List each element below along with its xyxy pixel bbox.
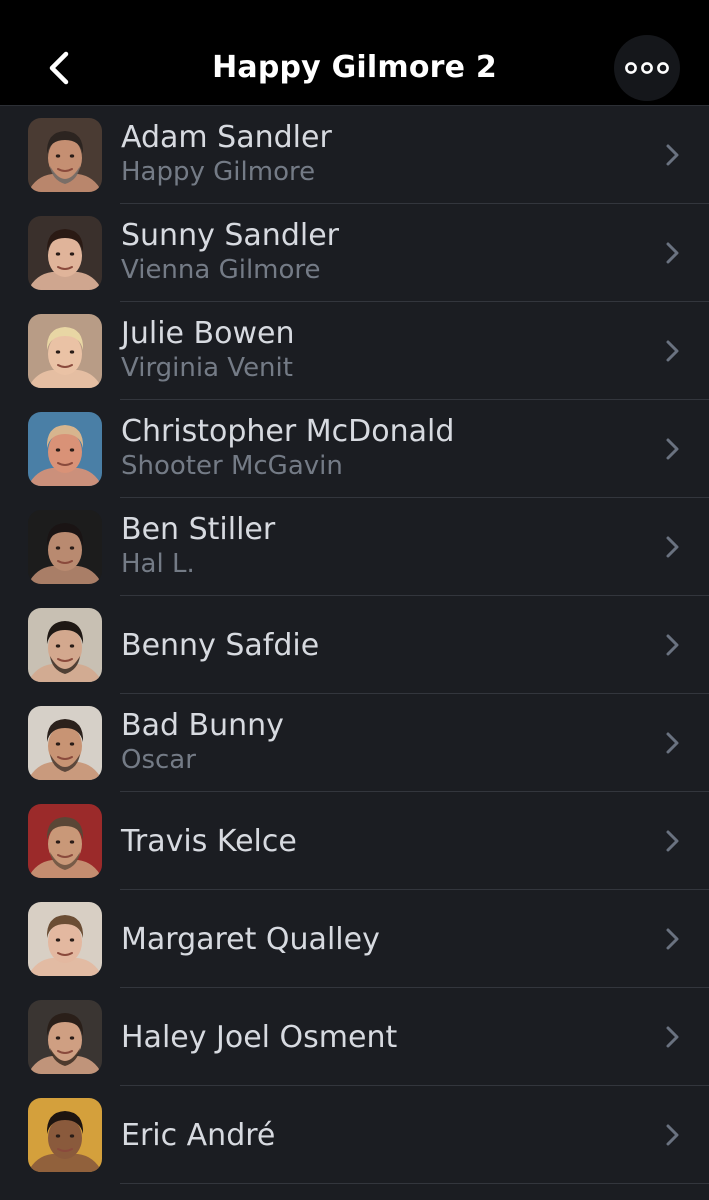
cast-row[interactable]: Julie Bowen Virginia Venit bbox=[0, 302, 709, 400]
cast-row[interactable]: Sunny Sandler Vienna Gilmore bbox=[0, 204, 709, 302]
more-horizontal-icon bbox=[625, 62, 669, 74]
chevron-right-icon bbox=[666, 536, 679, 558]
cast-row[interactable]: Travis Kelce bbox=[0, 792, 709, 890]
cast-text: Travis Kelce bbox=[121, 824, 629, 860]
character-name: Happy Gilmore bbox=[121, 157, 316, 187]
avatar bbox=[28, 510, 102, 584]
cast-text: Benny Safdie bbox=[121, 628, 629, 664]
cast-row[interactable]: Ben Stiller Hal L. bbox=[0, 498, 709, 596]
cast-row[interactable]: Haley Joel Osment bbox=[0, 988, 709, 1086]
avatar bbox=[28, 314, 102, 388]
avatar bbox=[28, 118, 102, 192]
chevron-right-icon bbox=[666, 830, 679, 852]
more-options-button[interactable] bbox=[614, 35, 680, 101]
chevron-right-icon bbox=[666, 144, 679, 166]
avatar bbox=[28, 216, 102, 290]
page-title: Happy Gilmore 2 bbox=[212, 50, 497, 85]
cast-text: Adam Sandler Happy Gilmore bbox=[121, 120, 629, 188]
cast-text: Christopher McDonald Shooter McGavin bbox=[121, 414, 629, 482]
avatar bbox=[28, 1098, 102, 1172]
chevron-right-icon bbox=[666, 438, 679, 460]
cast-row[interactable]: Eric André bbox=[0, 1086, 709, 1184]
cast-name: Sunny Sandler bbox=[121, 218, 339, 253]
cast-text: Sunny Sandler Vienna Gilmore bbox=[121, 218, 629, 286]
cast-row[interactable]: Bad Bunny Oscar bbox=[0, 694, 709, 792]
avatar bbox=[28, 608, 102, 682]
top-bar: Happy Gilmore 2 bbox=[0, 0, 709, 106]
cast-row[interactable]: Adam Sandler Happy Gilmore bbox=[0, 106, 709, 204]
cast-row[interactable]: Benny Safdie bbox=[0, 596, 709, 694]
character-name: Vienna Gilmore bbox=[121, 255, 321, 285]
cast-name: Benny Safdie bbox=[121, 628, 320, 663]
cast-text: Haley Joel Osment bbox=[121, 1020, 629, 1056]
avatar bbox=[28, 412, 102, 486]
chevron-right-icon bbox=[666, 1124, 679, 1146]
chevron-right-icon bbox=[666, 634, 679, 656]
cast-name: Travis Kelce bbox=[121, 824, 297, 859]
chevron-right-icon bbox=[666, 732, 679, 754]
cast-text: Ben Stiller Hal L. bbox=[121, 512, 629, 580]
cast-name: Haley Joel Osment bbox=[121, 1020, 398, 1055]
cast-name: Christopher McDonald bbox=[121, 414, 455, 449]
cast-name: Adam Sandler bbox=[121, 120, 332, 155]
chevron-right-icon bbox=[666, 928, 679, 950]
character-name: Shooter McGavin bbox=[121, 451, 343, 481]
chevron-right-icon bbox=[666, 340, 679, 362]
cast-name: Eric André bbox=[121, 1118, 276, 1153]
avatar bbox=[28, 902, 102, 976]
cast-text: Eric André bbox=[121, 1118, 629, 1154]
cast-text: Bad Bunny Oscar bbox=[121, 708, 629, 776]
character-name: Hal L. bbox=[121, 549, 195, 579]
cast-name: Margaret Qualley bbox=[121, 922, 380, 957]
cast-text: Julie Bowen Virginia Venit bbox=[121, 316, 629, 384]
avatar bbox=[28, 706, 102, 780]
cast-name: Bad Bunny bbox=[121, 708, 284, 743]
cast-name: Ben Stiller bbox=[121, 512, 276, 547]
cast-list: Adam Sandler Happy Gilmore Sunny Sandler V… bbox=[0, 106, 709, 1184]
cast-text: Margaret Qualley bbox=[121, 922, 629, 958]
row-divider bbox=[120, 1183, 709, 1184]
cast-row[interactable]: Margaret Qualley bbox=[0, 890, 709, 988]
cast-screen: Happy Gilmore 2 Adam Sandler Happy Gilmor… bbox=[0, 0, 709, 1200]
chevron-right-icon bbox=[666, 242, 679, 264]
character-name: Virginia Venit bbox=[121, 353, 293, 383]
cast-name: Julie Bowen bbox=[121, 316, 295, 351]
chevron-right-icon bbox=[666, 1026, 679, 1048]
avatar bbox=[28, 1000, 102, 1074]
cast-row[interactable]: Christopher McDonald Shooter McGavin bbox=[0, 400, 709, 498]
character-name: Oscar bbox=[121, 745, 196, 775]
avatar bbox=[28, 804, 102, 878]
